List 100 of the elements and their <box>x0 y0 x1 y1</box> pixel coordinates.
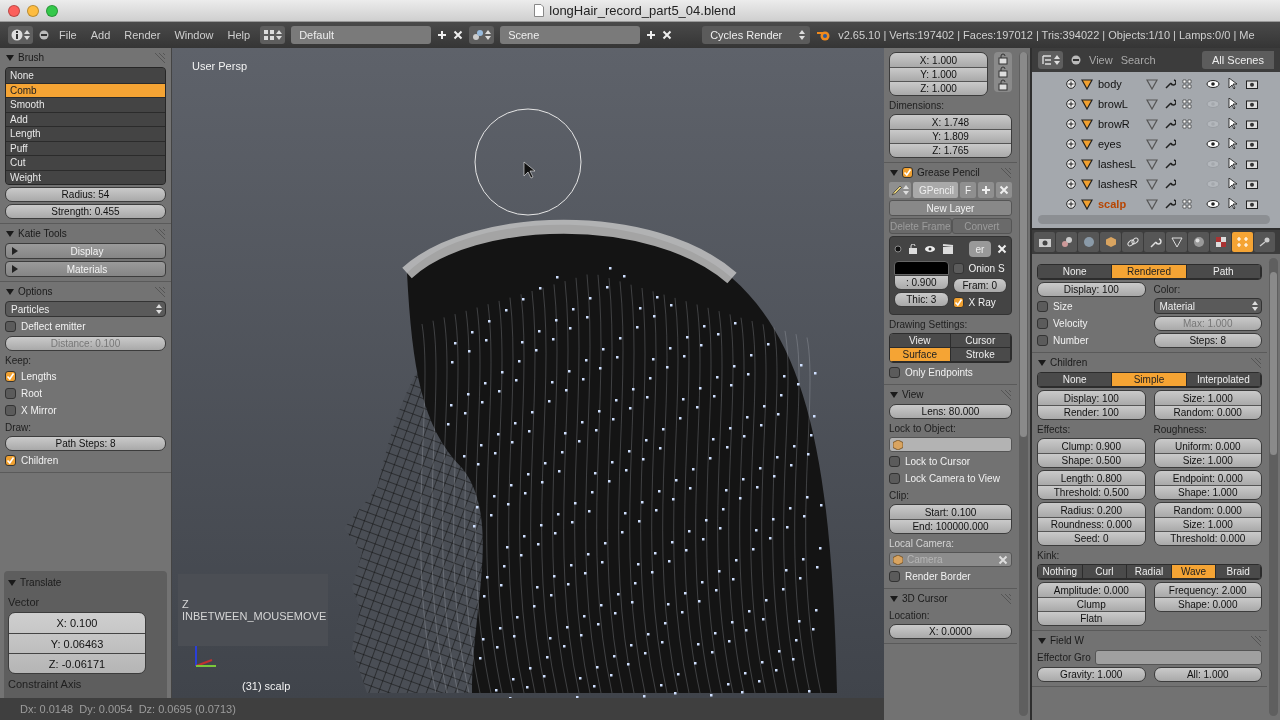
checkbox[interactable] <box>889 456 900 467</box>
camera-icon[interactable] <box>1246 119 1258 129</box>
cursor-arrow-icon[interactable] <box>1228 98 1238 110</box>
list-item[interactable]: None <box>6 68 165 83</box>
plus-icon[interactable] <box>646 30 657 40</box>
disclosure-triangle-icon[interactable] <box>1038 358 1046 367</box>
padlock-icon[interactable] <box>908 244 918 254</box>
pencil-selector[interactable] <box>889 182 911 198</box>
properties-tab[interactable] <box>1210 232 1231 252</box>
menu-item[interactable]: Render <box>120 29 165 41</box>
toggle-button[interactable]: Radial <box>1126 565 1172 579</box>
number-field[interactable]: Random: 0.000 <box>1154 503 1261 517</box>
number-field[interactable]: Threshold: 0.500 <box>1038 485 1145 499</box>
properties-tab[interactable] <box>1078 232 1099 252</box>
close-icon[interactable] <box>453 30 464 40</box>
cursor-arrow-icon[interactable] <box>1228 118 1238 130</box>
properties-tab[interactable] <box>1122 232 1143 252</box>
menu-item[interactable]: View <box>1089 54 1113 66</box>
toggle-button[interactable]: Nothing <box>1038 565 1083 579</box>
number-field[interactable]: Shape: 0.500 <box>1038 453 1145 467</box>
checkbox[interactable] <box>889 571 900 582</box>
number-field[interactable]: Y: 1.000 <box>890 67 987 81</box>
editor-type-selector[interactable] <box>8 26 33 44</box>
number-field[interactable]: Seed: 0 <box>1038 531 1145 545</box>
checkbox[interactable] <box>1037 335 1048 346</box>
toggle-button[interactable]: Rendered <box>1111 265 1187 279</box>
properties-tab[interactable] <box>1188 232 1209 252</box>
menu-item[interactable]: Search <box>1120 54 1156 66</box>
expand-plus-icon[interactable] <box>1066 179 1076 189</box>
object-name[interactable]: browL <box>1098 98 1141 110</box>
menu-item[interactable]: Help <box>223 29 255 41</box>
dot-icon[interactable] <box>894 245 902 253</box>
toggle-button[interactable]: Braid <box>1215 565 1261 579</box>
checkbox[interactable] <box>889 473 900 484</box>
expand-plus-icon[interactable] <box>1066 119 1076 129</box>
render-engine-dropdown[interactable]: Cycles Render <box>702 26 811 44</box>
object-name[interactable]: lashesR <box>1098 178 1141 190</box>
close-window-button[interactable] <box>8 4 20 17</box>
properties-tab[interactable] <box>1144 232 1165 252</box>
number-field[interactable]: Radius: 0.200 <box>1038 503 1145 517</box>
camera-icon[interactable] <box>1246 199 1258 209</box>
number-field[interactable]: All: 1.000 <box>1153 667 1262 682</box>
expand-plus-icon[interactable] <box>1066 199 1076 209</box>
properties-tab[interactable] <box>1034 232 1055 252</box>
dropdown[interactable]: Particles <box>5 301 166 317</box>
scrollbar[interactable] <box>1019 52 1028 716</box>
disclosure-triangle-icon[interactable] <box>11 265 19 273</box>
number-field[interactable]: Display: 100 <box>1038 391 1145 405</box>
number-field[interactable]: Y: 0.06463 <box>9 633 145 653</box>
disclosure-triangle-icon[interactable] <box>890 594 898 603</box>
object-name[interactable]: body <box>1098 78 1141 90</box>
properties-tab[interactable] <box>1254 232 1275 252</box>
number-field[interactable]: End: 100000.000 <box>890 519 1011 533</box>
properties-tab[interactable] <box>1166 232 1187 252</box>
number-field[interactable]: X: 1.748 <box>890 115 1011 129</box>
toggle-button[interactable]: View <box>890 334 951 348</box>
scene-selector[interactable] <box>469 26 495 44</box>
expand-plus-icon[interactable] <box>1066 79 1076 89</box>
disclosure-triangle-icon[interactable] <box>6 229 14 238</box>
cursor-arrow-icon[interactable] <box>1228 198 1238 210</box>
disclosure-triangle-icon[interactable] <box>890 390 898 399</box>
checkbox[interactable] <box>5 371 16 382</box>
disclosure-triangle-icon[interactable] <box>6 287 14 296</box>
number-field[interactable]: Lens: 80.000 <box>889 404 1012 419</box>
checkbox[interactable] <box>889 367 900 378</box>
number-field[interactable]: X: 1.000 <box>890 53 987 67</box>
disclosure-triangle-icon[interactable] <box>1038 636 1046 645</box>
zoom-window-button[interactable] <box>46 4 58 17</box>
disclosure-triangle-icon[interactable] <box>6 53 14 62</box>
toggle-button[interactable]: None <box>1038 373 1113 387</box>
padlock-icon[interactable] <box>997 79 1009 91</box>
list-item[interactable]: Cut <box>6 155 165 170</box>
expand-plus-icon[interactable] <box>1066 159 1076 169</box>
object-field[interactable] <box>1094 650 1262 665</box>
properties-tab[interactable] <box>1056 232 1077 252</box>
number-field[interactable]: Clump <box>1038 597 1145 611</box>
number-field[interactable]: Length: 0.800 <box>1038 471 1145 485</box>
number-field[interactable]: Z: 1.765 <box>890 143 1011 157</box>
number-field[interactable]: Size: 1.000 <box>1154 517 1261 531</box>
collapse-menu-icon[interactable] <box>1071 55 1081 65</box>
properties-tab[interactable] <box>1100 232 1121 252</box>
padlock-icon[interactable] <box>997 53 1009 65</box>
camera-icon[interactable] <box>1246 79 1258 89</box>
number-field[interactable]: Roundness: 0.000 <box>1038 517 1145 531</box>
number-field[interactable]: Strength: 0.455 <box>5 204 166 219</box>
toggle-button[interactable]: Simple <box>1111 373 1187 387</box>
camera-icon[interactable] <box>1246 99 1258 109</box>
padlock-icon[interactable] <box>997 66 1009 78</box>
toggle-button[interactable]: Interpolated <box>1185 373 1261 387</box>
number-field[interactable]: Thic: 3 <box>894 292 949 307</box>
toggle-button[interactable]: Path <box>1185 265 1261 279</box>
screen-layout-selector[interactable] <box>260 26 286 44</box>
number-field[interactable]: Steps: 8 <box>1153 333 1262 348</box>
checkbox[interactable] <box>952 297 964 308</box>
color-swatch[interactable] <box>894 261 949 275</box>
number-field[interactable]: Render: 100 <box>1038 405 1145 419</box>
checkbox[interactable] <box>1037 301 1048 312</box>
number-field[interactable]: Threshold: 0.000 <box>1154 531 1261 545</box>
number-field[interactable]: Fram: 0 <box>952 278 1007 293</box>
camera-icon[interactable] <box>1246 139 1258 149</box>
